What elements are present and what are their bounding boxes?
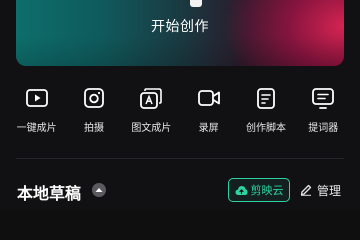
tool-shoot[interactable]: 拍摄 bbox=[65, 86, 122, 134]
tool-label: 录屏 bbox=[198, 123, 219, 134]
cloud-upload-icon bbox=[235, 185, 247, 195]
teleprompter-icon bbox=[311, 86, 335, 110]
tool-one-click-video[interactable]: 一键成片 bbox=[8, 86, 65, 134]
tool-label: 拍摄 bbox=[83, 123, 104, 134]
tool-label: 提词器 bbox=[308, 123, 339, 134]
camera-icon bbox=[82, 86, 106, 110]
start-creating-banner[interactable]: 开始创作 bbox=[16, 0, 344, 66]
caret-up-icon bbox=[95, 188, 103, 192]
cloud-button-label: 剪映云 bbox=[250, 184, 284, 197]
plus-icon bbox=[190, 0, 202, 7]
tool-label: 一键成片 bbox=[16, 123, 57, 134]
start-creating-label: 开始创作 bbox=[151, 19, 209, 35]
manage-button[interactable]: 管理 bbox=[300, 178, 348, 202]
local-drafts-title: 本地草稿 bbox=[17, 184, 82, 203]
text-to-video-icon bbox=[139, 86, 163, 110]
section-divider bbox=[16, 158, 344, 159]
collapse-toggle[interactable] bbox=[92, 183, 106, 197]
script-document-icon bbox=[254, 86, 278, 110]
tool-screen-record[interactable]: 录屏 bbox=[180, 86, 237, 134]
tool-text-to-video[interactable]: 图文成片 bbox=[123, 86, 180, 134]
tool-creation-script[interactable]: 创作脚本 bbox=[237, 86, 294, 134]
tool-label: 创作脚本 bbox=[245, 123, 286, 134]
tool-teleprompter[interactable]: 提词器 bbox=[295, 86, 352, 134]
screen-record-icon bbox=[197, 86, 221, 110]
jianying-cloud-button[interactable]: 剪映云 bbox=[228, 178, 290, 202]
home-screen: 开始创作 一键成片 拍摄 图文成片 录屏 创作脚本 提词器 本地草稿 剪映云 管… bbox=[0, 0, 360, 209]
edit-pencil-icon bbox=[300, 184, 312, 196]
manage-label: 管理 bbox=[317, 183, 342, 198]
quick-tools-row: 一键成片 拍摄 图文成片 录屏 创作脚本 提词器 bbox=[8, 86, 352, 134]
tool-label: 图文成片 bbox=[131, 123, 172, 134]
play-video-icon bbox=[25, 86, 49, 110]
